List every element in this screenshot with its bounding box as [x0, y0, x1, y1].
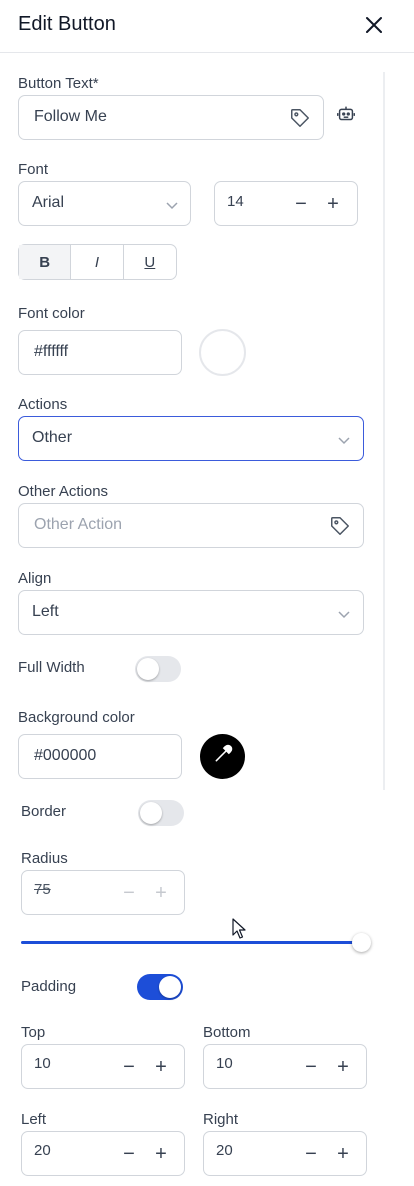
padding-top-stepper[interactable]: 10 − + [21, 1044, 185, 1089]
align-label: Align [18, 570, 52, 587]
robot-icon[interactable] [335, 103, 357, 130]
padding-top-value: 10 [34, 1055, 51, 1072]
plus-icon[interactable]: + [328, 1052, 358, 1082]
minus-icon[interactable]: − [286, 189, 316, 219]
padding-top-label: Top [21, 1024, 46, 1041]
button-text-input[interactable]: Follow Me [18, 95, 324, 140]
slider-fill [21, 941, 356, 944]
toggle-knob [137, 658, 159, 680]
radius-stepper[interactable]: 75 − + [21, 870, 185, 915]
bold-button[interactable]: B [19, 245, 72, 279]
actions-select[interactable]: Other [18, 416, 364, 461]
chevron-down-icon [337, 607, 351, 621]
minus-icon[interactable]: − [114, 1139, 144, 1169]
padding-bottom-value: 10 [216, 1055, 233, 1072]
tag-icon[interactable] [329, 515, 351, 542]
tag-icon[interactable] [289, 107, 311, 134]
eyedropper-icon [213, 744, 233, 769]
font-color-input[interactable]: #ffffff [18, 330, 182, 375]
button-text-label: Button Text* [18, 75, 99, 92]
close-icon[interactable] [362, 13, 386, 37]
other-actions-label: Other Actions [18, 483, 109, 500]
padding-label: Padding [21, 978, 77, 995]
padding-right-label: Right [203, 1111, 239, 1128]
padding-right-value: 20 [216, 1142, 233, 1159]
background-color-input[interactable]: #000000 [18, 734, 182, 779]
font-family-select[interactable]: Arial [18, 181, 191, 226]
radius-slider[interactable] [21, 932, 371, 952]
font-family-value: Arial [32, 194, 65, 211]
padding-right-stepper[interactable]: 20 − + [203, 1131, 367, 1176]
background-color-swatch[interactable] [200, 734, 245, 779]
plus-icon[interactable]: + [328, 1139, 358, 1169]
align-value: Left [32, 603, 59, 620]
cursor-icon [231, 918, 247, 945]
panel-title: Edit Button [18, 13, 116, 35]
font-color-label: Font color [18, 305, 85, 322]
background-color-label: Background color [18, 709, 135, 726]
font-color-value: #ffffff [34, 343, 69, 360]
other-actions-input[interactable]: Other Action [18, 503, 364, 548]
full-width-label: Full Width [18, 659, 85, 676]
padding-left-stepper[interactable]: 20 − + [21, 1131, 185, 1176]
background-color-value: #000000 [34, 747, 97, 764]
plus-icon[interactable]: + [146, 1052, 176, 1082]
minus-icon[interactable]: − [114, 1052, 144, 1082]
border-toggle[interactable] [138, 800, 184, 826]
padding-bottom-stepper[interactable]: 10 − + [203, 1044, 367, 1089]
padding-left-label: Left [21, 1111, 47, 1128]
full-width-toggle[interactable] [135, 656, 181, 682]
radius-value: 75 [34, 881, 51, 898]
toggle-knob [140, 802, 162, 824]
font-color-swatch[interactable] [199, 329, 246, 376]
font-label: Font [18, 161, 49, 178]
text-format-group: B I U [18, 244, 177, 280]
actions-value: Other [32, 429, 73, 446]
padding-left-value: 20 [34, 1142, 51, 1159]
font-size-stepper[interactable]: 14 − + [214, 181, 358, 226]
align-select[interactable]: Left [18, 590, 364, 635]
plus-icon: + [155, 881, 167, 904]
plus-icon[interactable]: + [318, 189, 348, 219]
font-size-value: 14 [227, 193, 244, 210]
plus-icon[interactable]: + [146, 1139, 176, 1169]
toggle-knob [159, 976, 181, 998]
underline-button[interactable]: U [124, 245, 176, 279]
button-text-value: Follow Me [34, 108, 107, 125]
radius-label: Radius [21, 850, 68, 867]
italic-button[interactable]: I [71, 245, 124, 279]
scrollbar[interactable] [383, 72, 385, 790]
slider-thumb[interactable] [352, 933, 371, 952]
padding-bottom-label: Bottom [203, 1024, 251, 1041]
other-actions-placeholder: Other Action [34, 516, 123, 533]
chevron-down-icon [337, 433, 351, 447]
minus-icon[interactable]: − [296, 1052, 326, 1082]
actions-label: Actions [18, 396, 68, 413]
header-divider [0, 52, 414, 53]
minus-icon[interactable]: − [296, 1139, 326, 1169]
padding-toggle[interactable] [137, 974, 183, 1000]
chevron-down-icon [165, 198, 179, 212]
minus-icon: − [123, 881, 135, 904]
border-label: Border [21, 803, 67, 820]
